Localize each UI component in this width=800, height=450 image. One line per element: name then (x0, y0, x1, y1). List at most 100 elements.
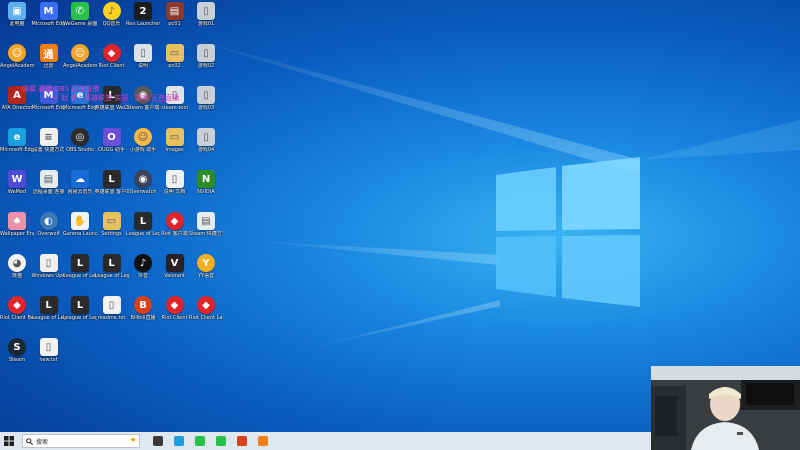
wechat-active-icon[interactable] (212, 432, 230, 450)
desktop-icon[interactable]: ▯ 游戏03 (191, 86, 221, 122)
app-icon: ☁ (71, 170, 89, 188)
desktop-icon[interactable]: LLeague of Legends (KR) (63, 296, 97, 332)
desktop-icon[interactable]: ♪ 抖音 (128, 254, 158, 290)
desktop-icon[interactable]: ▣ 此电脑 (2, 2, 32, 38)
desktop-icon[interactable]: ◎ OBS Studio (65, 128, 95, 164)
desktop-icon-label: new.txt (39, 357, 58, 363)
desktop-icon-label: 英雄联盟 WeGame版 (94, 105, 129, 111)
desktop-icon-label: Riot 客户端 (161, 231, 188, 237)
taskbar-search-box[interactable]: 搜索 ✦ (22, 434, 140, 448)
streamer-camera-feed (651, 366, 800, 450)
desktop-icon[interactable]: ◆Riot Client Launcher (189, 296, 223, 332)
desktop-icon[interactable]: LLeague of Legends PBE (95, 254, 129, 290)
desktop-icon[interactable]: ☺ AngelAcademy (63, 44, 97, 80)
desktop-icon[interactable]: ☁ 网易云音乐 (65, 170, 95, 206)
desktop-icon[interactable]: S Steam (2, 338, 32, 374)
desktop-icon[interactable]: ♪ QQ音乐 (97, 2, 127, 38)
desktop-icon[interactable]: Y YY语音 (191, 254, 221, 290)
desktop-icon[interactable]: ▯ 游戏01 (191, 2, 221, 38)
wechat-icon[interactable] (191, 432, 209, 450)
start-button[interactable] (0, 432, 18, 450)
app-icon: O (102, 128, 121, 146)
desktop-icon[interactable]: ☺ 小游戏 助手 (128, 128, 158, 164)
desktop-icon-label: readme.txt (97, 315, 126, 321)
app-icon: ◆ (165, 296, 184, 314)
desktop-icon[interactable]: ◕ 熊猫 (2, 254, 32, 290)
app-icon: ◕ (8, 254, 26, 272)
desktop-icon[interactable]: MMicrosoft Edge浏览器 (31, 2, 66, 38)
desktop-icon-label: 抖音 (137, 273, 148, 279)
desktop-icon-label: 游戏01 (197, 21, 215, 27)
desktop-icon[interactable]: V Valorant (160, 254, 190, 290)
desktop-icon[interactable]: 通迅雷 (34, 44, 64, 80)
task-view-icon[interactable] (149, 432, 167, 450)
desktop-icon[interactable]: ▭ pc02 (160, 44, 190, 80)
desktop-icon[interactable]: e Microsoft Edge (0, 128, 34, 164)
desktop-icon-label: pc01 (168, 21, 181, 27)
desktop-icon-label: League of Legends (126, 231, 160, 237)
desktop-icon[interactable]: ▤ Steam 快捷方式 (189, 212, 223, 248)
desktop-icon-label: 此电脑 (9, 21, 25, 27)
desktop-icon[interactable]: ▯ 游戏04 (191, 128, 221, 164)
desktop-icon[interactable]: ▯Windows Update助手 (32, 254, 66, 290)
desktop-icon[interactable]: L 英雄联盟 客户端 (95, 170, 129, 206)
desktop-icon-label: AngelAcademy (63, 63, 97, 69)
desktop-icon-label: YY语音 (197, 273, 215, 279)
app-icon: L (71, 254, 89, 272)
desktop-icon-label: League of Legends (63, 273, 97, 279)
desktop-icon[interactable]: ♠Wallpaper Engine (0, 212, 34, 248)
desktop-icon[interactable]: LLeague of Legends (126, 212, 160, 248)
app-icon: ▭ (165, 44, 184, 62)
desktop-icon[interactable]: ✆WeGame 桌面端 (63, 2, 97, 38)
desktop-icon[interactable]: ▤ pc01 (160, 2, 190, 38)
desktop-icon-label: QQ音乐 (102, 21, 121, 27)
desktop-icon-label: Microsoft Edge浏览器 (31, 21, 66, 27)
desktop-icon[interactable]: LLeague of Legends (TW) (32, 296, 66, 332)
desktop-icon[interactable]: ▭ Settings (97, 212, 127, 248)
desktop-icon[interactable]: ▯ 说明 (128, 44, 158, 80)
desktop-icon-label: OUGG 助手 (98, 147, 125, 153)
pinned-apps (146, 432, 272, 450)
desktop-icon[interactable]: ≡ 设置 快捷方式 (33, 128, 64, 164)
desktop-icon[interactable]: ☺AngelAcademy 下载器 (0, 44, 34, 80)
app-icon: N (197, 170, 215, 188)
desktop-icon[interactable]: ▯ new.txt (34, 338, 64, 374)
desktop-icon[interactable]: ◆Riot Client Beta (0, 296, 34, 332)
desktop-icon[interactable]: N NVIDIA (191, 170, 221, 206)
desktop-icon[interactable]: ▭ Images (160, 128, 190, 164)
edge-icon[interactable] (170, 432, 188, 450)
desktop-icon[interactable]: ◉ Overwatch (128, 170, 158, 206)
desktop-icon[interactable]: ▤ 远程桌面 连接 (33, 170, 64, 206)
desktop-icon[interactable]: B Bilibili直播 (128, 296, 158, 332)
desktop-icon[interactable]: 2 Ren Launcher (126, 2, 160, 38)
desktop-icon[interactable]: ▯ 游戏02 (191, 44, 221, 80)
red-app-icon[interactable] (233, 432, 251, 450)
desktop-icon-label: Riot Client Beta (0, 315, 34, 321)
taskbar-app-glyph (237, 436, 247, 446)
desktop-icon[interactable]: O OUGG 助手 (97, 128, 127, 164)
desktop-icon[interactable]: ◐ Overwolf (34, 212, 64, 248)
webcam-overlay (651, 366, 800, 450)
desktop-icon[interactable]: W WeMod (2, 170, 32, 206)
app-icon: ◆ (8, 296, 26, 314)
app-icon: ◆ (165, 212, 184, 230)
desktop-icon-label: Microsoft Edge (0, 147, 34, 153)
desktop-icon[interactable]: ◆ Riot Client (160, 296, 190, 332)
desktop-icon[interactable]: ✋Garena Launcher (63, 212, 97, 248)
desktop-icon[interactable]: ◆ Riot Client (97, 44, 127, 80)
taskbar-app-glyph (174, 436, 184, 446)
orange-app-icon[interactable] (254, 432, 272, 450)
app-icon: ≡ (39, 128, 58, 146)
app-icon: L (71, 296, 89, 314)
desktop-icon[interactable]: LLeague of Legends (63, 254, 97, 290)
app-icon: Y (197, 254, 215, 272)
desktop-icon[interactable]: ▯ readme.txt (97, 296, 127, 332)
desktop-icon[interactable]: ◆ Riot 客户端 (160, 212, 190, 248)
desktop-icon-label: WeMod (7, 189, 27, 195)
app-icon: ◆ (102, 44, 121, 62)
app-icon: ▯ (197, 2, 215, 20)
desktop-icon-label: steam-tool (161, 105, 188, 111)
app-icon: W (8, 170, 26, 188)
desktop-icon[interactable]: ▯ 说明 文档 (160, 170, 190, 206)
app-icon: ▤ (197, 212, 215, 230)
